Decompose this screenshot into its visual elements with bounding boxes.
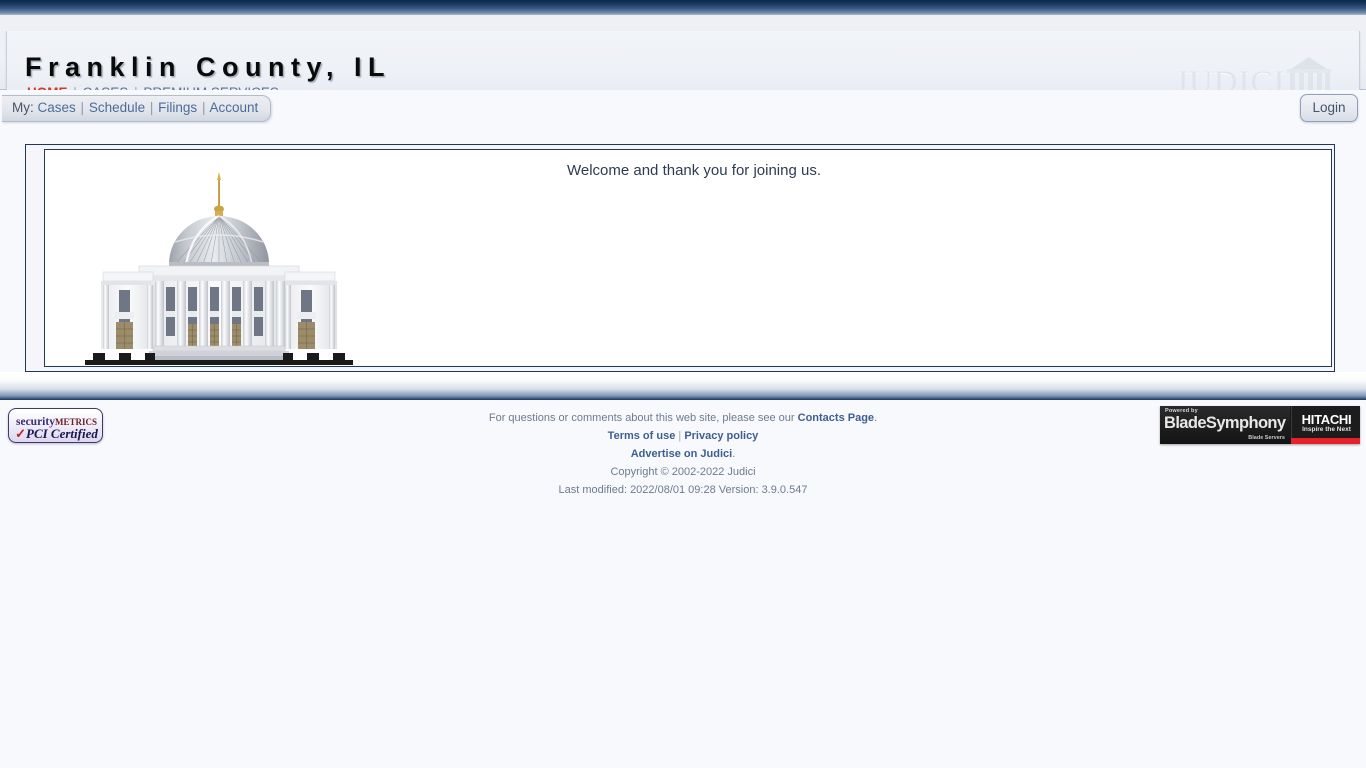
bladesymphony-label: BladeSymphony (1164, 414, 1286, 432)
terms-of-use-link[interactable]: Terms of use (608, 430, 676, 442)
footer: securityMETRICS ✓PCI Certified For quest… (0, 400, 1366, 510)
bladesymphony-section: Powered by BladeSymphony Blade Servers (1160, 406, 1290, 444)
hitachi-label: HITACHI (1301, 412, 1352, 427)
tab-row: My: Cases | Schedule | Filings | Account… (0, 90, 1366, 130)
hitachi-red-bar (1291, 438, 1360, 444)
courthouse-graphic (85, 172, 353, 365)
privacy-policy-link[interactable]: Privacy policy (684, 430, 758, 442)
footer-advertise-line: Advertise on Judici. (0, 445, 1366, 463)
content-outer-box: Welcome and thank you for joining us. (25, 144, 1335, 372)
my-tab-separator: | (149, 100, 154, 115)
footer-advertise-suffix: . (732, 448, 736, 460)
contacts-page-link[interactable]: Contacts Page (798, 412, 874, 424)
blade-servers-label: Blade Servers (1248, 435, 1285, 441)
my-tab-item-cases[interactable]: Cases (38, 100, 76, 115)
inspire-the-next-label: Inspire the Next (1302, 426, 1351, 433)
top-gradient-strip (0, 0, 1366, 16)
my-tab-item-schedule[interactable]: Schedule (89, 100, 145, 115)
my-tab: My: Cases | Schedule | Filings | Account (2, 95, 272, 122)
my-tab-item-filings[interactable]: Filings (158, 100, 197, 115)
page-title: Franklin County, IL (25, 52, 391, 82)
courthouse-illustration (85, 172, 353, 366)
header-band: Franklin County, IL HOME | CASES | PREMI… (0, 15, 1366, 105)
my-tab-separator: | (80, 100, 85, 115)
advertise-link[interactable]: Advertise on Judici (631, 448, 732, 460)
my-tab-item-account[interactable]: Account (209, 100, 258, 115)
footer-link-separator: | (678, 430, 682, 442)
footer-copyright: Copyright © 2002-2022 Judici (610, 466, 756, 478)
footer-contacts-prefix: For questions or comments about this web… (488, 412, 798, 424)
footer-last-modified: Last modified: 2022/08/01 09:28 Version:… (558, 484, 808, 496)
login-button[interactable]: Login (1300, 94, 1358, 122)
content-panel: Welcome and thank you for joining us. (44, 149, 1332, 367)
footer-contacts-suffix: . (874, 412, 878, 424)
my-tab-separator: | (201, 100, 206, 115)
hitachi-bladesymphony-badge[interactable]: Powered by BladeSymphony Blade Servers H… (1160, 406, 1360, 444)
my-tab-label: My: (12, 100, 34, 115)
footer-gradient-bar (0, 372, 1366, 400)
